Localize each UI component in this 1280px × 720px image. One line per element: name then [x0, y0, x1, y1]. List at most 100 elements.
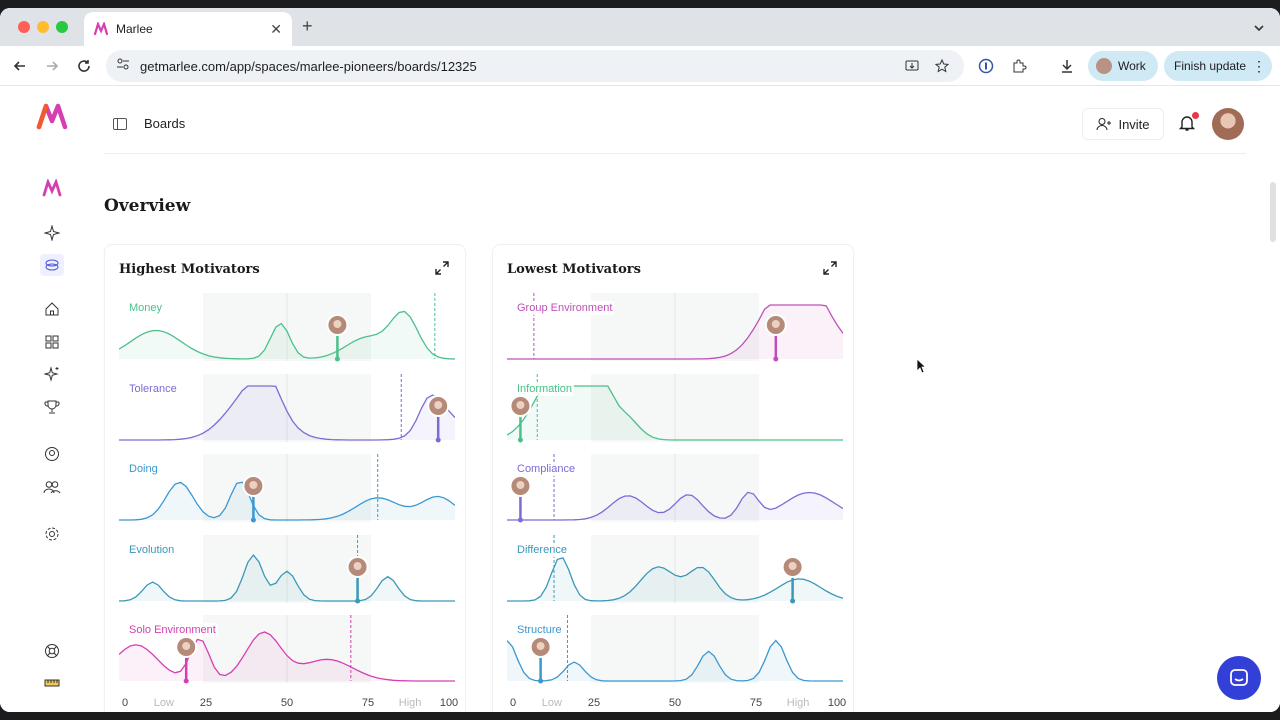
- browser-toolbar: getmarlee.com/app/spaces/marlee-pioneers…: [0, 46, 1280, 86]
- axis-tick-label: 25: [587, 697, 601, 709]
- close-window-button[interactable]: [18, 21, 30, 33]
- axis-tick-label: 50: [280, 697, 294, 709]
- breadcrumb[interactable]: Boards: [144, 116, 185, 131]
- sparkle-icon[interactable]: [42, 223, 62, 243]
- motivator-row[interactable]: Compliance: [507, 454, 843, 535]
- grid-icon[interactable]: [42, 332, 62, 352]
- new-tab-button[interactable]: +: [302, 16, 313, 37]
- tab-search-chevron-icon[interactable]: [1248, 17, 1270, 39]
- avatar-face: [771, 320, 780, 328]
- motivator-label: Difference: [515, 542, 569, 557]
- motivator-row[interactable]: Information: [507, 373, 843, 455]
- space-logo-icon[interactable]: [42, 178, 62, 198]
- site-settings-icon[interactable]: [116, 57, 130, 76]
- kebab-menu-icon[interactable]: ⋮: [1252, 58, 1266, 75]
- add-user-icon: [1096, 118, 1112, 131]
- maximize-window-button[interactable]: [56, 21, 68, 33]
- home-icon[interactable]: [42, 299, 62, 319]
- axis-tick-label: 75: [361, 697, 375, 709]
- motivator-label: Information: [515, 381, 575, 396]
- avatar-face: [249, 481, 258, 489]
- marlee-logo-icon[interactable]: [36, 102, 68, 135]
- motivator-row[interactable]: Tolerance: [119, 373, 455, 455]
- expand-icon[interactable]: [823, 261, 837, 275]
- score-marker-dot: [355, 598, 361, 603]
- profile-chip[interactable]: Work: [1088, 51, 1158, 81]
- score-marker-dot: [517, 517, 523, 523]
- page-scrollbar[interactable]: [1270, 182, 1276, 242]
- profile-avatar: [1096, 58, 1112, 74]
- help-lifebuoy-icon[interactable]: [42, 641, 62, 661]
- tab-title: Marlee: [116, 22, 153, 36]
- user-avatar[interactable]: [1212, 108, 1244, 140]
- axis-tick-label: High: [786, 697, 810, 709]
- score-marker-dot: [790, 598, 796, 603]
- distribution-chart: [119, 293, 455, 362]
- axis-tick-label: Low: [541, 697, 562, 709]
- people-icon[interactable]: [42, 477, 62, 497]
- motivator-rows: Group Environment Information Compliance Di…: [507, 293, 843, 696]
- avatar-face: [516, 481, 525, 489]
- score-marker-dot: [250, 517, 256, 523]
- user-circle-icon[interactable]: [42, 444, 62, 464]
- motivator-row[interactable]: Structure: [507, 615, 843, 696]
- trophy-icon[interactable]: [42, 397, 62, 417]
- motivator-row[interactable]: Group Environment: [507, 293, 843, 374]
- avatar-face: [516, 400, 525, 409]
- install-app-icon[interactable]: [904, 58, 920, 79]
- forward-arrow-icon[interactable]: [40, 54, 64, 78]
- chat-icon: [1230, 669, 1248, 686]
- notification-badge: [1192, 112, 1199, 119]
- avatar-face: [182, 642, 191, 650]
- extensions-puzzle-icon[interactable]: [1007, 54, 1031, 78]
- motivator-label: Tolerance: [127, 381, 179, 396]
- motivator-label: Doing: [127, 462, 160, 476]
- x-axis: 0 Low 25 50 75 High 100: [507, 697, 846, 711]
- password-manager-icon[interactable]: [974, 54, 998, 78]
- ai-sparkles-icon[interactable]: [42, 364, 62, 384]
- support-chat-button[interactable]: [1217, 656, 1261, 700]
- avatar-face: [434, 400, 443, 409]
- score-marker-dot: [334, 356, 340, 362]
- settings-gear-icon[interactable]: [42, 524, 62, 544]
- back-arrow-icon[interactable]: [8, 54, 32, 78]
- mouse-cursor-icon: [916, 358, 927, 379]
- motivator-label: Solo Environment: [127, 623, 218, 637]
- invite-button[interactable]: Invite: [1082, 108, 1164, 140]
- minimize-window-button[interactable]: [37, 21, 49, 33]
- motivator-row[interactable]: Difference: [507, 534, 843, 616]
- bookmark-star-icon[interactable]: [934, 58, 950, 79]
- motivator-row[interactable]: Doing: [119, 454, 455, 535]
- address-bar[interactable]: getmarlee.com/app/spaces/marlee-pioneers…: [106, 50, 964, 82]
- axis-tick-label: 0: [509, 697, 517, 709]
- top-header: Boards Invite: [104, 86, 1246, 154]
- browser-tab[interactable]: Marlee ✕: [84, 12, 292, 46]
- score-marker-dot: [773, 356, 779, 362]
- distribution-chart: [119, 454, 455, 523]
- score-marker-dot: [435, 437, 441, 442]
- page-title: Overview: [104, 196, 191, 216]
- tab-close-icon[interactable]: ✕: [270, 21, 282, 38]
- invite-label: Invite: [1118, 116, 1150, 132]
- avatar-face: [788, 561, 797, 570]
- reload-icon[interactable]: [72, 54, 96, 78]
- axis-tick-label: Low: [153, 697, 174, 709]
- profile-label: Work: [1118, 59, 1146, 73]
- score-marker-dot: [183, 678, 189, 684]
- finish-update-button[interactable]: Finish update ⋮: [1164, 51, 1272, 81]
- avatar-face: [353, 561, 362, 570]
- sidebar-toggle-icon[interactable]: [112, 116, 128, 132]
- downloads-icon[interactable]: [1055, 54, 1079, 78]
- browser-window: Marlee ✕ + getmarlee.com/app/spaces/marl…: [0, 8, 1280, 712]
- card-title: Lowest Motivators: [507, 262, 641, 277]
- motivator-row[interactable]: Solo Environment: [119, 615, 455, 696]
- expand-icon[interactable]: [435, 261, 449, 275]
- x-axis: 0 Low 25 50 75 High 100: [119, 697, 458, 711]
- axis-tick-label: 0: [121, 697, 129, 709]
- motivator-label: Group Environment: [515, 301, 615, 315]
- motivator-row[interactable]: Evolution: [119, 534, 455, 616]
- motivator-rows: Money Tolerance Doing Evolution Solo Environ…: [119, 293, 455, 696]
- boards-stack-icon[interactable]: [40, 254, 64, 276]
- ruler-icon[interactable]: [42, 673, 62, 693]
- motivator-row[interactable]: Money: [119, 293, 455, 374]
